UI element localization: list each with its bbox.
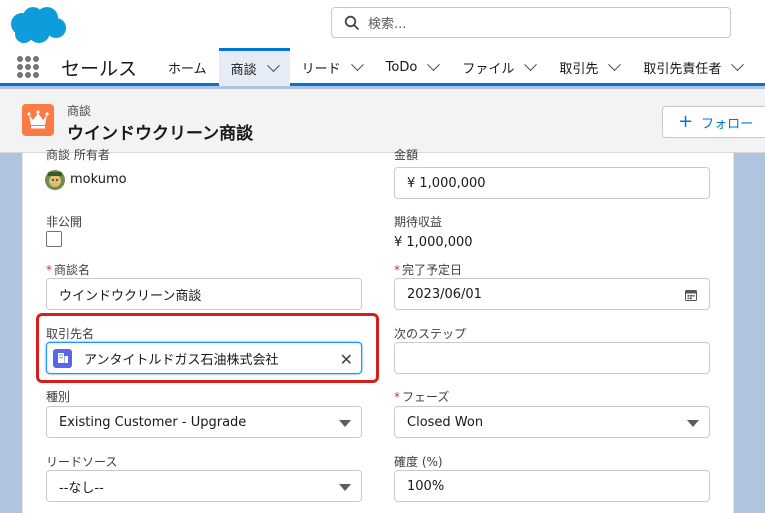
close-icon[interactable]: ✕ [340, 350, 353, 369]
record-title: ウインドウクリーン商談 [67, 124, 254, 144]
record-header: 商談 ウインドウクリーン商談 [0, 89, 765, 153]
owner-label: 商談 所有者 [46, 148, 110, 162]
lead-source-label: リードソース [46, 455, 118, 469]
amount-input[interactable]: ¥ 1,000,000 [394, 167, 710, 199]
amount-label: 金額 [394, 148, 419, 162]
opportunity-name-value: ウインドウクリーン商談 [59, 288, 202, 304]
tab-contacts[interactable]: 取引先責任者 [631, 48, 754, 86]
account-name-value: アンタイトルドガス石油株式会社 [84, 352, 279, 368]
lead-source-value: --なし-- [59, 480, 104, 496]
chevron-down-icon[interactable] [524, 57, 538, 71]
app-launcher-icon[interactable] [17, 56, 39, 78]
stage-value: Closed Won [407, 414, 484, 430]
chevron-down-icon[interactable] [731, 57, 745, 71]
amount-value: ¥ 1,000,000 [407, 175, 486, 191]
close-date-value: 2023/06/01 [407, 286, 482, 302]
tab-home[interactable]: ホーム [156, 48, 219, 86]
chevron-down-icon[interactable] [608, 57, 622, 71]
type-label: 種別 [46, 390, 71, 404]
lead-source-select[interactable]: --なし-- [46, 470, 362, 502]
search-placeholder: 検索... [368, 17, 407, 32]
stage-label: * フェーズ [394, 388, 449, 405]
salesforce-cloud-logo[interactable] [6, 4, 68, 46]
dropdown-arrow-icon [339, 420, 351, 427]
tab-label: リード [301, 61, 341, 77]
chevron-down-icon[interactable] [427, 57, 441, 71]
type-value: Existing Customer - Upgrade [59, 414, 247, 430]
plus-icon: + [678, 111, 694, 132]
global-header: 検索... [0, 0, 765, 48]
opportunity-name-label: * 商談名 [46, 261, 90, 278]
follow-button[interactable]: + フォロー [662, 106, 765, 138]
tab-files[interactable]: ファイル [450, 48, 547, 86]
dropdown-arrow-icon [687, 420, 699, 427]
next-step-label: 次のステップ [394, 327, 467, 341]
close-date-label: * 完了予定日 [394, 261, 462, 278]
tab-label: ホーム [168, 61, 207, 77]
tab-label: ファイル [462, 61, 515, 77]
tab-label: 商談 [230, 63, 257, 78]
global-search-input[interactable]: 検索... [331, 7, 731, 38]
account-lookup-input[interactable]: アンタイトルドガス石油株式会社 ✕ [46, 342, 362, 374]
next-step-input[interactable] [394, 342, 710, 374]
label-text: フェーズ [402, 390, 450, 404]
follow-label: フォロー [701, 116, 754, 132]
stage-select[interactable]: Closed Won [394, 406, 710, 438]
required-mark: * [46, 263, 52, 277]
tab-accounts[interactable]: 取引先 [547, 48, 631, 86]
owner-name[interactable]: mokumo [70, 172, 127, 187]
type-select[interactable]: Existing Customer - Upgrade [46, 406, 362, 438]
expected-revenue-value: ¥ 1,000,000 [394, 235, 473, 250]
record-object-label: 商談 [67, 104, 92, 118]
tab-leads[interactable]: リード [290, 48, 374, 86]
tab-opportunities[interactable]: 商談 [218, 48, 290, 86]
tab-label: 取引先 [559, 61, 599, 77]
search-icon [344, 15, 359, 30]
chevron-down-icon[interactable] [350, 57, 364, 71]
required-mark: * [394, 390, 400, 404]
probability-label: 確度 (%) [394, 455, 443, 469]
calendar-icon[interactable] [685, 289, 697, 301]
label-text: 商談名 [54, 263, 91, 277]
account-name-label: 取引先名 [46, 327, 95, 341]
label-text: 完了予定日 [402, 263, 463, 277]
opportunity-crown-icon [22, 104, 54, 136]
tab-label: 取引先責任者 [643, 61, 722, 77]
tab-todo[interactable]: ToDo [374, 48, 451, 86]
private-label: 非公開 [46, 215, 83, 229]
probability-value: 100% [407, 478, 445, 494]
chevron-down-icon[interactable] [266, 59, 280, 73]
avatar [45, 170, 65, 190]
tab-label: ToDo [385, 59, 418, 75]
probability-input[interactable]: 100% [394, 470, 710, 502]
expected-revenue-label: 期待収益 [394, 215, 443, 229]
navigation-bar: セールス ホーム 商談 リード ToDo ファイル 取引先 取引先責任者 [0, 48, 765, 86]
private-checkbox[interactable] [46, 231, 62, 247]
dropdown-arrow-icon [339, 484, 351, 491]
required-mark: * [394, 263, 400, 277]
opportunity-name-input[interactable]: ウインドウクリーン商談 [46, 278, 362, 310]
account-building-icon [53, 348, 72, 368]
nav-tabs: ホーム 商談 リード ToDo ファイル 取引先 取引先責任者 [156, 48, 754, 86]
close-date-input[interactable]: 2023/06/01 [394, 278, 710, 310]
app-name: セールス [61, 58, 138, 80]
